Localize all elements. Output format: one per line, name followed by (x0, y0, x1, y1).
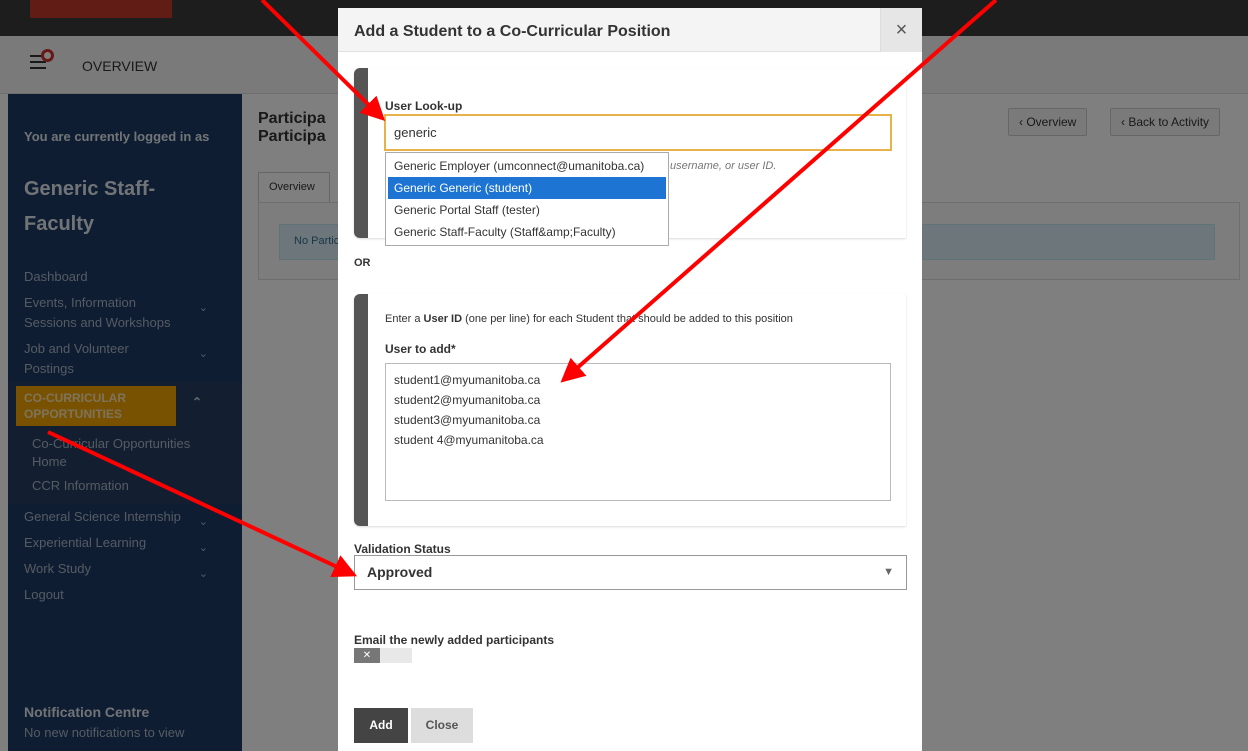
email-participants-toggle[interactable]: ✕ (354, 648, 412, 663)
validation-status-select[interactable]: Approved ▼ (354, 555, 907, 590)
instruction-text: Enter a (385, 313, 424, 325)
toggle-off-icon: ✕ (354, 648, 380, 663)
instruction-text: (one per line) for each Student that sho… (462, 313, 793, 325)
users-to-add-label: User to add* (385, 342, 456, 356)
bulk-add-instructions: Enter a User ID (one per line) for each … (385, 313, 793, 325)
user-lookup-label: User Look-up (385, 99, 463, 113)
close-button[interactable]: Close (411, 708, 473, 743)
user-lookup-help: username, or user ID. (670, 160, 777, 172)
validation-status-label: Validation Status (354, 542, 451, 556)
modal-header: Add a Student to a Co-Curricular Positio… (338, 8, 922, 52)
autocomplete-option[interactable]: Generic Employer (umconnect@umanitoba.ca… (388, 155, 666, 177)
user-lookup-input[interactable] (384, 114, 892, 151)
instruction-bold: User ID (423, 313, 463, 325)
validation-status-value: Approved (367, 564, 433, 580)
autocomplete-option[interactable]: Generic Portal Staff (tester) (388, 199, 666, 221)
autocomplete-option[interactable]: Generic Staff-Faculty (Staff&amp;Faculty… (388, 221, 666, 243)
add-student-modal: Add a Student to a Co-Curricular Positio… (338, 8, 922, 751)
users-to-add-textarea[interactable]: student1@myumanitoba.ca student2@myumani… (385, 363, 891, 501)
modal-title: Add a Student to a Co-Curricular Positio… (354, 23, 671, 40)
email-participants-label: Email the newly added participants (354, 633, 555, 647)
add-button[interactable]: Add (354, 708, 408, 743)
dropdown-arrow-icon: ▼ (883, 566, 894, 578)
autocomplete-option-selected[interactable]: Generic Generic (student) (388, 177, 666, 199)
autocomplete-list: Generic Employer (umconnect@umanitoba.ca… (385, 152, 669, 246)
or-separator: OR (354, 257, 371, 269)
close-icon[interactable]: × (880, 8, 922, 52)
